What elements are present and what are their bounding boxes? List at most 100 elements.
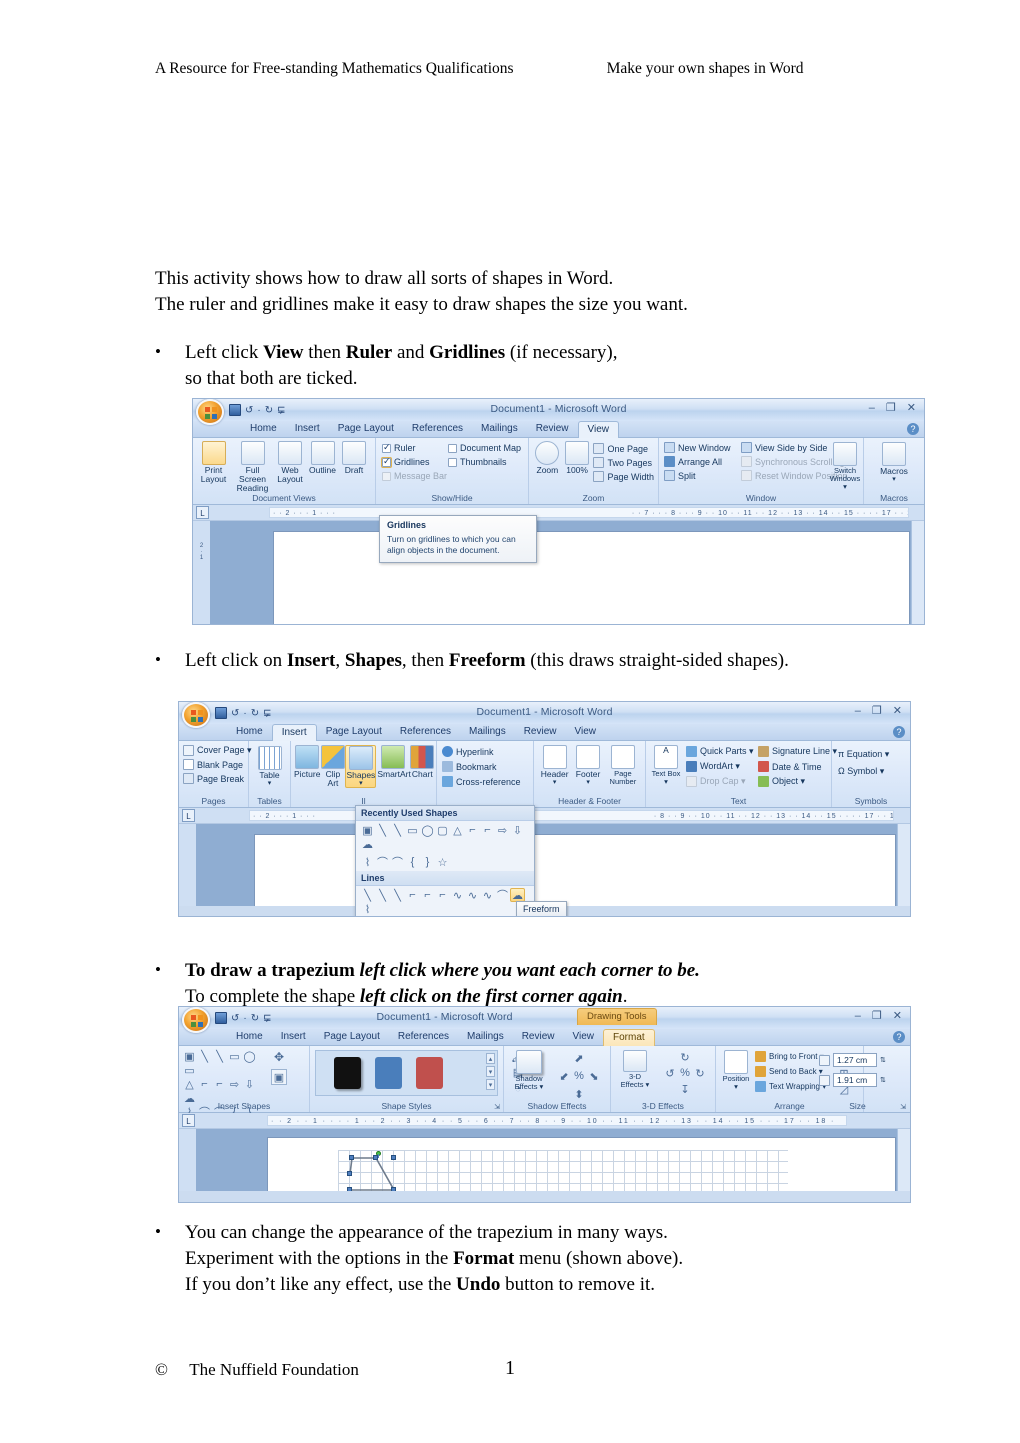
button-page-number[interactable]: Page Number <box>606 745 640 786</box>
size-dialog-launcher[interactable]: ⇲ <box>900 1103 906 1111</box>
edit-points-icon[interactable]: ✥ <box>271 1049 287 1065</box>
shape-style-swatch-blue[interactable] <box>375 1057 402 1089</box>
button-3d-effects[interactable]: 3-D Effects ▾ <box>617 1050 653 1089</box>
button-page-width[interactable]: Page Width <box>593 471 654 482</box>
shape-down-arrow[interactable]: ⇩ <box>510 823 525 837</box>
checkbox-document-map[interactable]: Document Map <box>448 443 521 453</box>
document-page-white[interactable] <box>254 834 896 906</box>
button-new-window[interactable]: New Window <box>664 442 731 453</box>
help-icon[interactable]: ? <box>893 1031 905 1043</box>
horizontal-ruler[interactable]: · · 2 · · · 1 · · · · 8 · · 9 · · 10 · ·… <box>249 810 894 821</box>
shape-right-brace[interactable]: } <box>420 855 435 869</box>
button-quick-parts[interactable]: Quick Parts ▾ <box>686 746 754 757</box>
line-freeform[interactable]: ☁ <box>510 888 525 902</box>
tab-view[interactable]: View <box>566 724 606 741</box>
window-control-buttons[interactable]: – ❐ ✕ <box>855 1009 906 1022</box>
checkbox-icon[interactable] <box>382 471 391 481</box>
shape-rounded-rectangle[interactable]: ▭ <box>182 1063 197 1077</box>
shape-rectangle[interactable]: ▭ <box>405 823 420 837</box>
button-picture[interactable]: Picture <box>294 745 320 788</box>
button-one-page[interactable]: One Page <box>593 443 654 454</box>
document-page-white[interactable] <box>267 1137 896 1191</box>
document-canvas[interactable] <box>179 824 910 906</box>
gallery-scroll-up-icon[interactable]: ▴ <box>486 1053 495 1064</box>
line-straight[interactable]: ╲ <box>360 888 375 902</box>
shape-elbow-arrow-connector[interactable]: ⌐ <box>480 823 495 837</box>
button-bring-to-front[interactable]: Bring to Front ▾ <box>755 1051 826 1062</box>
line-curved[interactable]: ∿ <box>450 888 465 902</box>
tilt-left-icon[interactable]: ↺ <box>663 1066 677 1080</box>
button-text-wrapping[interactable]: Text Wrapping ▾ <box>755 1081 826 1092</box>
button-table[interactable]: Table ▾ <box>249 741 290 787</box>
tab-home[interactable]: Home <box>241 421 286 438</box>
button-blank-page[interactable]: Blank Page <box>183 759 252 770</box>
tab-page-layout[interactable]: Page Layout <box>329 421 403 438</box>
tab-stop-selector[interactable]: L <box>182 809 195 822</box>
vertex-handle[interactable] <box>391 1155 396 1160</box>
button-two-pages[interactable]: Two Pages <box>593 457 654 468</box>
shape-arrow-line[interactable]: ╲ <box>390 823 405 837</box>
help-icon[interactable]: ? <box>907 423 919 435</box>
shape-oval[interactable]: ◯ <box>420 823 435 837</box>
tab-mailings[interactable]: Mailings <box>460 724 515 741</box>
shape-arc[interactable]: ⌒ <box>390 855 405 869</box>
line-elbow-arrow[interactable]: ⌐ <box>420 888 435 902</box>
button-wordart[interactable]: WordArt ▾ <box>686 761 754 772</box>
shadow-on-off-icon[interactable]: % <box>573 1069 586 1083</box>
shape-scribble[interactable]: ⌇ <box>360 855 375 869</box>
button-smartart[interactable]: SmartArt <box>377 745 411 788</box>
tab-page-layout[interactable]: Page Layout <box>315 1029 389 1046</box>
button-macros[interactable]: Macros ▾ <box>864 438 924 483</box>
button-send-to-back[interactable]: Send to Back ▾ <box>755 1066 826 1077</box>
tab-insert[interactable]: Insert <box>286 421 329 438</box>
checkbox-message-bar[interactable]: Message Bar <box>382 471 447 481</box>
checkbox-icon[interactable] <box>381 456 392 468</box>
button-equation[interactable]: π Equation ▾ <box>838 749 889 760</box>
button-zoom[interactable]: Zoom <box>534 441 561 482</box>
vertex-handle[interactable] <box>347 1187 352 1191</box>
shape-triangle[interactable]: △ <box>182 1077 197 1091</box>
window-control-buttons[interactable]: – ❐ ✕ <box>855 704 906 717</box>
button-text-box[interactable]: A Text Box ▾ <box>651 745 681 786</box>
vertex-handle[interactable] <box>347 1171 352 1176</box>
checkbox-icon[interactable] <box>448 457 457 467</box>
shape-height-input[interactable]: 1.27 cm <box>833 1053 877 1067</box>
shape-width-stepper[interactable]: ⇅ <box>880 1076 886 1084</box>
button-object[interactable]: Object ▾ <box>758 776 837 787</box>
tab-stop-selector[interactable]: L <box>182 1114 195 1127</box>
shadow-nudge-down-icon[interactable]: ⬍ <box>572 1087 586 1101</box>
checkbox-icon[interactable] <box>382 442 391 453</box>
gallery-recent-row-1[interactable]: ▣ ╲ ╲ ▭ ◯ ▢ △ ⌐ ⌐ ⇨ ⇩ ☁ <box>356 821 534 853</box>
button-footer[interactable]: Footer ▾ <box>573 745 602 786</box>
shape-arrow[interactable]: ╲ <box>212 1049 227 1063</box>
tilt-up-icon[interactable]: ↻ <box>678 1050 692 1064</box>
button-print-layout[interactable]: Print Layout <box>197 441 230 493</box>
button-switch-windows[interactable]: Switch Windows ▾ <box>827 442 863 491</box>
horizontal-ruler[interactable]: · · 2 · · 1 · · · · 1 · · 2 · · 3 · · 4 … <box>267 1115 847 1126</box>
line-curved-double-arrow[interactable]: ∿ <box>480 888 495 902</box>
gallery-more-icon[interactable]: ▾ <box>486 1079 495 1090</box>
shape-style-swatch-black[interactable] <box>334 1057 361 1089</box>
shape-star[interactable]: ☆ <box>435 855 450 869</box>
tab-format[interactable]: Format <box>603 1029 655 1046</box>
shape-textbox[interactable]: ▣ <box>182 1049 197 1063</box>
window-control-buttons[interactable]: – ❐ ✕ <box>869 401 920 414</box>
button-header[interactable]: Header ▾ <box>539 745 570 786</box>
vertical-scrollbar[interactable] <box>897 824 910 906</box>
gallery-scroll-down-icon[interactable]: ▾ <box>486 1066 495 1077</box>
shape-rounded-rectangle[interactable]: ▢ <box>435 823 450 837</box>
button-clip-art[interactable]: Clip Art <box>321 745 346 788</box>
button-arrange-all[interactable]: Arrange All <box>664 456 731 467</box>
button-hyperlink[interactable]: Hyperlink <box>442 746 521 757</box>
button-position[interactable]: Position ▾ <box>720 1050 752 1091</box>
shadow-nudge-up-icon[interactable]: ⬈ <box>572 1051 586 1065</box>
shape-down-arrow[interactable]: ⇩ <box>242 1077 257 1091</box>
field-shape-height[interactable]: 1.27 cm ⇅ <box>819 1053 886 1067</box>
line-elbow-double-arrow[interactable]: ⌐ <box>435 888 450 902</box>
shape-line[interactable]: ╲ <box>375 823 390 837</box>
button-zoom-100[interactable]: 100% <box>564 441 591 482</box>
shape-style-swatch-red[interactable] <box>416 1057 443 1089</box>
tab-insert[interactable]: Insert <box>272 1029 315 1046</box>
tab-mailings[interactable]: Mailings <box>458 1029 513 1046</box>
button-cross-reference[interactable]: Cross-reference <box>442 776 521 787</box>
